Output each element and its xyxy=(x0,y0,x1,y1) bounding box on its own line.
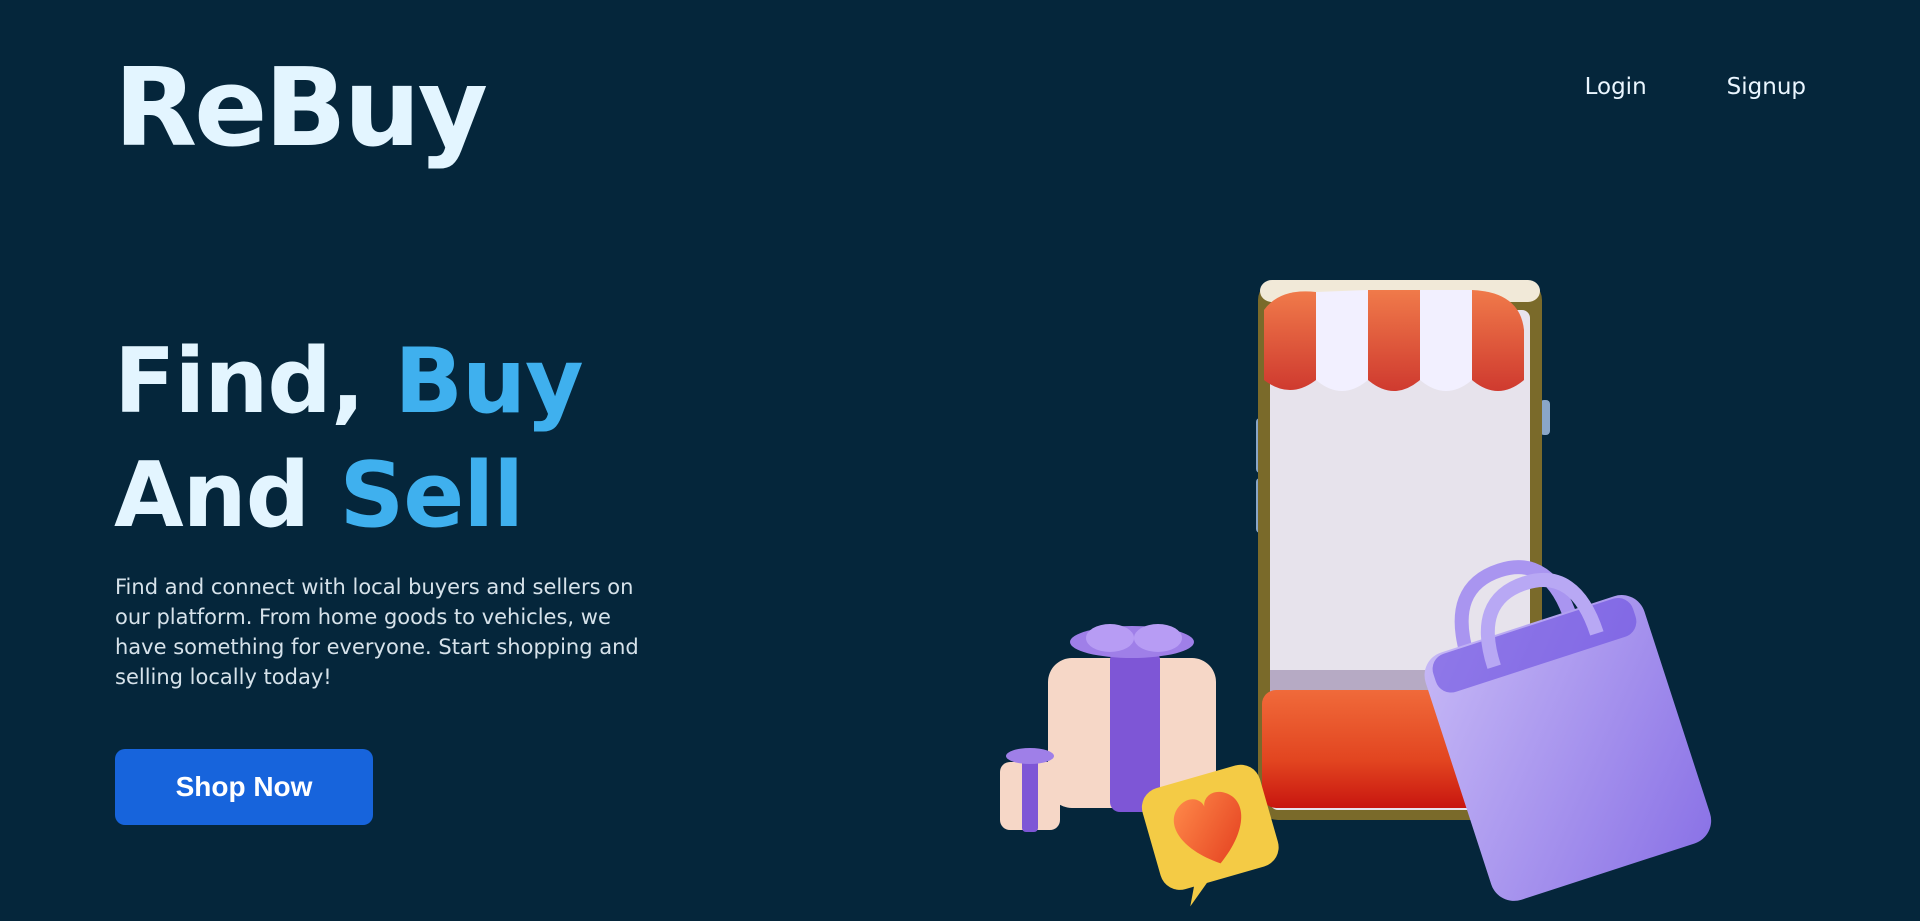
headline-line1-accent: Buy xyxy=(394,329,583,434)
signup-link[interactable]: Signup xyxy=(1727,74,1806,100)
top-nav: Login Signup xyxy=(1585,74,1806,100)
login-link[interactable]: Login xyxy=(1585,74,1647,100)
brand-logo[interactable]: ReBuy xyxy=(114,49,488,169)
shop-now-button[interactable]: Shop Now xyxy=(115,749,373,825)
headline-line1-plain: Find, xyxy=(114,329,395,434)
hero-description: Find and connect with local buyers and s… xyxy=(115,575,639,689)
hero-illustration xyxy=(1000,280,1712,907)
headline-line2-accent: Sell xyxy=(339,443,524,548)
headline-line2-plain: And xyxy=(114,443,340,548)
hero-headline: Find, Buy And Sell xyxy=(114,325,584,553)
